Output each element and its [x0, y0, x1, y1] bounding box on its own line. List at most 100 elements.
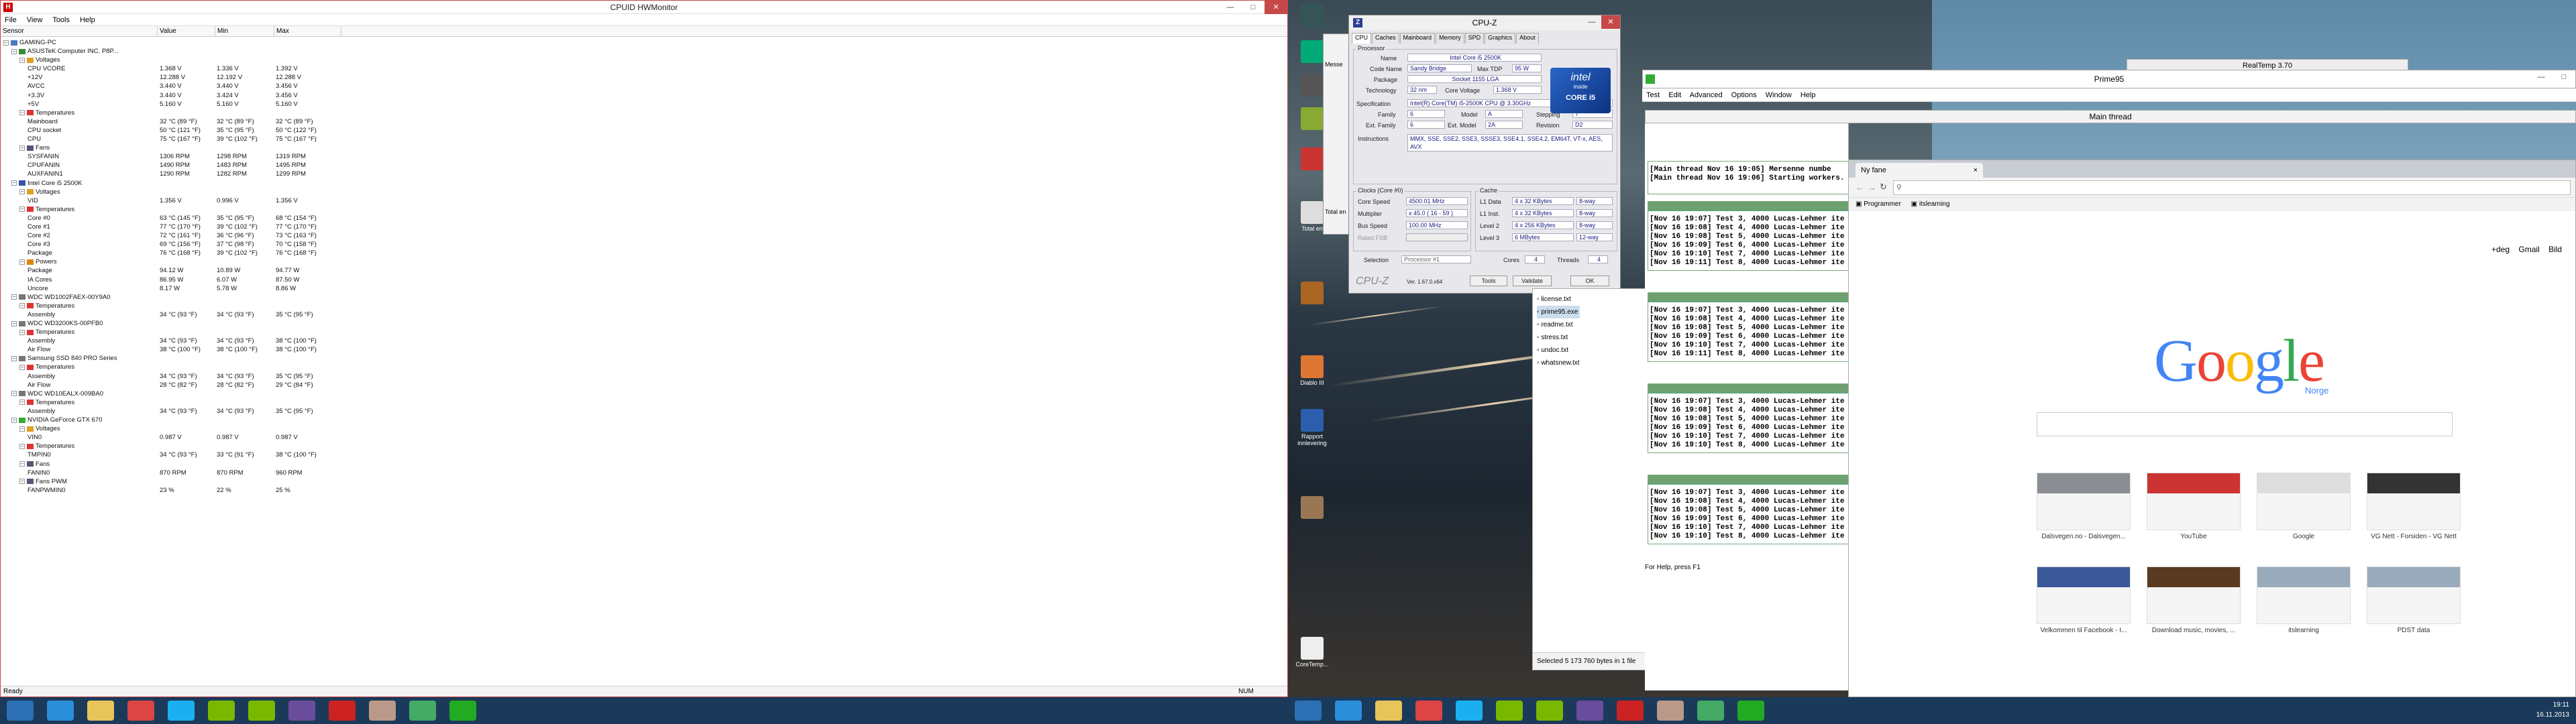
collapse-toggle-icon[interactable]: − [11, 180, 17, 186]
sensor-row[interactable]: TMPIN0 34 °C (93 °F) 33 °C (91 °F) 38 °C (1… [1, 450, 1287, 459]
collapse-toggle-icon[interactable]: − [19, 303, 25, 309]
sensor-row[interactable]: − Voltages [1, 424, 1287, 433]
column-max[interactable]: Max [274, 26, 341, 36]
desktop-icon[interactable]: Rapport innlevering [1292, 409, 1332, 446]
menu-help[interactable]: Help [1801, 91, 1816, 99]
collapse-toggle-icon[interactable]: − [11, 294, 17, 300]
worker-thread-window[interactable]: [Nov 16 19:07] Test 3, 4000 Lucas-Lehmer… [1648, 292, 1849, 362]
google-search-input[interactable] [2037, 412, 2453, 436]
most-visited-tile[interactable]: PDST data [2367, 566, 2461, 634]
collapse-toggle-icon[interactable]: − [19, 259, 25, 265]
tab-memory[interactable]: Memory [1436, 33, 1464, 44]
sensor-row[interactable]: Package 76 °C (168 °F) 39 °C (102 °F) 76 °C… [1, 249, 1287, 257]
sensor-row[interactable]: − WDC WD3200KS-00PFB0 [1, 319, 1287, 328]
worker-titlebar[interactable] [1648, 293, 1848, 302]
collapse-toggle-icon[interactable]: − [19, 400, 25, 406]
collapse-toggle-icon[interactable]: − [19, 426, 25, 432]
sensor-row[interactable]: Core #1 77 °C (170 °F) 39 °C (102 °F) 77 °C… [1, 223, 1287, 231]
worker-titlebar[interactable] [1648, 202, 1848, 211]
chrome-icon[interactable] [127, 701, 154, 721]
sensor-row[interactable]: Assembly 34 °C (93 °F) 34 °C (93 °F) 35 °C … [1, 372, 1287, 381]
chrome-tab[interactable]: Ny fane × [1856, 163, 1983, 178]
sensor-row[interactable]: Assembly 34 °C (93 °F) 34 °C (93 °F) 38 °C … [1, 337, 1287, 345]
sensor-row[interactable]: Uncore 8.17 W 5.78 W 8.86 W [1, 284, 1287, 293]
sensor-row[interactable]: Mainboard 32 °C (89 °F) 32 °C (89 °F) 32 °C… [1, 117, 1287, 126]
sensor-row[interactable]: VID 1.356 V 0.996 V 1.356 V [1, 196, 1287, 205]
omnibox[interactable]: ⚲ [1893, 180, 2571, 195]
collapse-toggle-icon[interactable]: − [19, 206, 25, 213]
collapse-toggle-icon[interactable]: − [19, 461, 25, 467]
sensor-row[interactable]: − NVIDIA GeForce GTX 670 [1, 416, 1287, 424]
sensor-row[interactable]: CPU socket 50 °C (121 °F) 35 °C (95 °F) 50 … [1, 126, 1287, 135]
skype-icon[interactable] [168, 701, 195, 721]
menu-window[interactable]: Window [1766, 91, 1792, 99]
cpuz-titlebar[interactable]: Z CPU-Z — ✕ [1349, 15, 1620, 30]
most-visited-tile[interactable]: itslearning [2257, 566, 2351, 634]
internet-explorer-icon[interactable] [47, 701, 74, 721]
menu-help[interactable]: Help [80, 16, 95, 24]
sensor-row[interactable]: − Fans [1, 143, 1287, 152]
menu-edit[interactable]: Edit [1668, 91, 1681, 99]
tools-button[interactable]: Tools [1470, 276, 1507, 286]
app-icon[interactable] [1617, 701, 1644, 721]
spotify-icon[interactable] [208, 701, 235, 721]
column-min[interactable]: Min [215, 26, 274, 36]
app-icon[interactable] [449, 701, 476, 721]
sensor-row[interactable]: +12V 12.288 V 12.192 V 12.288 V [1, 73, 1287, 82]
sensor-row[interactable]: FANPWMIN0 23 % 22 % 25 % [1, 486, 1287, 495]
app-icon[interactable] [409, 701, 436, 721]
sensor-row[interactable]: − Temperatures [1, 109, 1287, 117]
internet-explorer-icon[interactable] [1335, 701, 1362, 721]
desktop-icon[interactable]: CoreTemp... [1292, 637, 1332, 668]
file-item[interactable]: ▫ undoc.txt [1537, 344, 1580, 357]
desktop-icon[interactable]: Diablo III [1292, 355, 1332, 386]
menu-options[interactable]: Options [1731, 91, 1757, 99]
spotify-icon[interactable] [1496, 701, 1523, 721]
gmail-link[interactable]: Gmail [2518, 245, 2539, 254]
desktop-icon[interactable] [1292, 282, 1332, 306]
app-icon[interactable] [329, 701, 356, 721]
chrome-icon[interactable] [1415, 701, 1442, 721]
collapse-toggle-icon[interactable]: − [19, 57, 25, 63]
file-explorer-icon[interactable] [1375, 701, 1402, 721]
collapse-toggle-icon[interactable]: − [3, 40, 9, 46]
processor-selector[interactable]: Processor #1 [1401, 255, 1471, 263]
menu-file[interactable]: File [5, 16, 17, 24]
sensor-row[interactable]: − Intel Core i5 2500K [1, 179, 1287, 188]
clock[interactable]: 19:11 16.11.2013 [2536, 700, 2569, 720]
worker-titlebar[interactable] [1648, 384, 1848, 394]
maximize-button[interactable]: □ [2553, 70, 2575, 84]
file-explorer-icon[interactable] [87, 701, 114, 721]
sensor-row[interactable]: − ASUSTeK Computer INC. P8P... [1, 47, 1287, 56]
collapse-toggle-icon[interactable]: − [11, 355, 17, 361]
background-window-strip[interactable]: Messe Total en [1323, 34, 1350, 235]
sensor-row[interactable]: − Powers [1, 257, 1287, 266]
sensor-row[interactable]: − Temperatures [1, 398, 1287, 407]
collapse-toggle-icon[interactable]: − [19, 110, 25, 116]
sensor-row[interactable]: Core #2 72 °C (161 °F) 36 °C (96 °F) 73 °C … [1, 231, 1287, 240]
file-item[interactable]: ▫ prime95.exe [1537, 306, 1580, 318]
sensor-row[interactable]: − WDC WD10EALX-009BA0 [1, 389, 1287, 398]
minimize-button[interactable]: — [2530, 70, 2553, 84]
sensor-row[interactable]: − Temperatures [1, 302, 1287, 310]
sensor-row[interactable]: +3.3V 3.440 V 3.424 V 3.456 V [1, 91, 1287, 100]
collapse-toggle-icon[interactable]: − [19, 145, 25, 151]
tab-about[interactable]: About [1516, 33, 1539, 44]
sensor-row[interactable]: AVCC 3.440 V 3.440 V 3.456 V [1, 82, 1287, 90]
column-sensor[interactable]: Sensor [1, 26, 158, 36]
worker-thread-window[interactable]: [Nov 16 19:07] Test 3, 4000 Lucas-Lehmer… [1648, 475, 1849, 544]
sensor-row[interactable]: − WDC WD1002FAEX-00Y9A0 [1, 293, 1287, 302]
sensor-tree[interactable]: − GAMING-PC − ASUSTeK Computer INC. P8P... −… [1, 38, 1287, 682]
collapse-toggle-icon[interactable]: − [11, 48, 17, 54]
validate-button[interactable]: Validate [1513, 276, 1552, 286]
most-visited-tile[interactable]: YouTube [2147, 473, 2241, 540]
menu-tools[interactable]: Tools [52, 16, 70, 24]
minimize-button[interactable]: — [1582, 15, 1601, 29]
start-button-icon[interactable] [7, 701, 34, 721]
main-thread-titlebar[interactable]: Main thread [1645, 110, 2576, 123]
sensor-row[interactable]: − Fans [1, 460, 1287, 469]
tab-graphics[interactable]: Graphics [1485, 33, 1516, 44]
sensor-row[interactable]: Package 94.12 W 10.89 W 94.77 W [1, 266, 1287, 275]
reload-icon[interactable]: ↻ [1880, 182, 1887, 192]
worker-thread-window[interactable]: [Nov 16 19:07] Test 3, 4000 Lucas-Lehmer… [1648, 383, 1849, 453]
